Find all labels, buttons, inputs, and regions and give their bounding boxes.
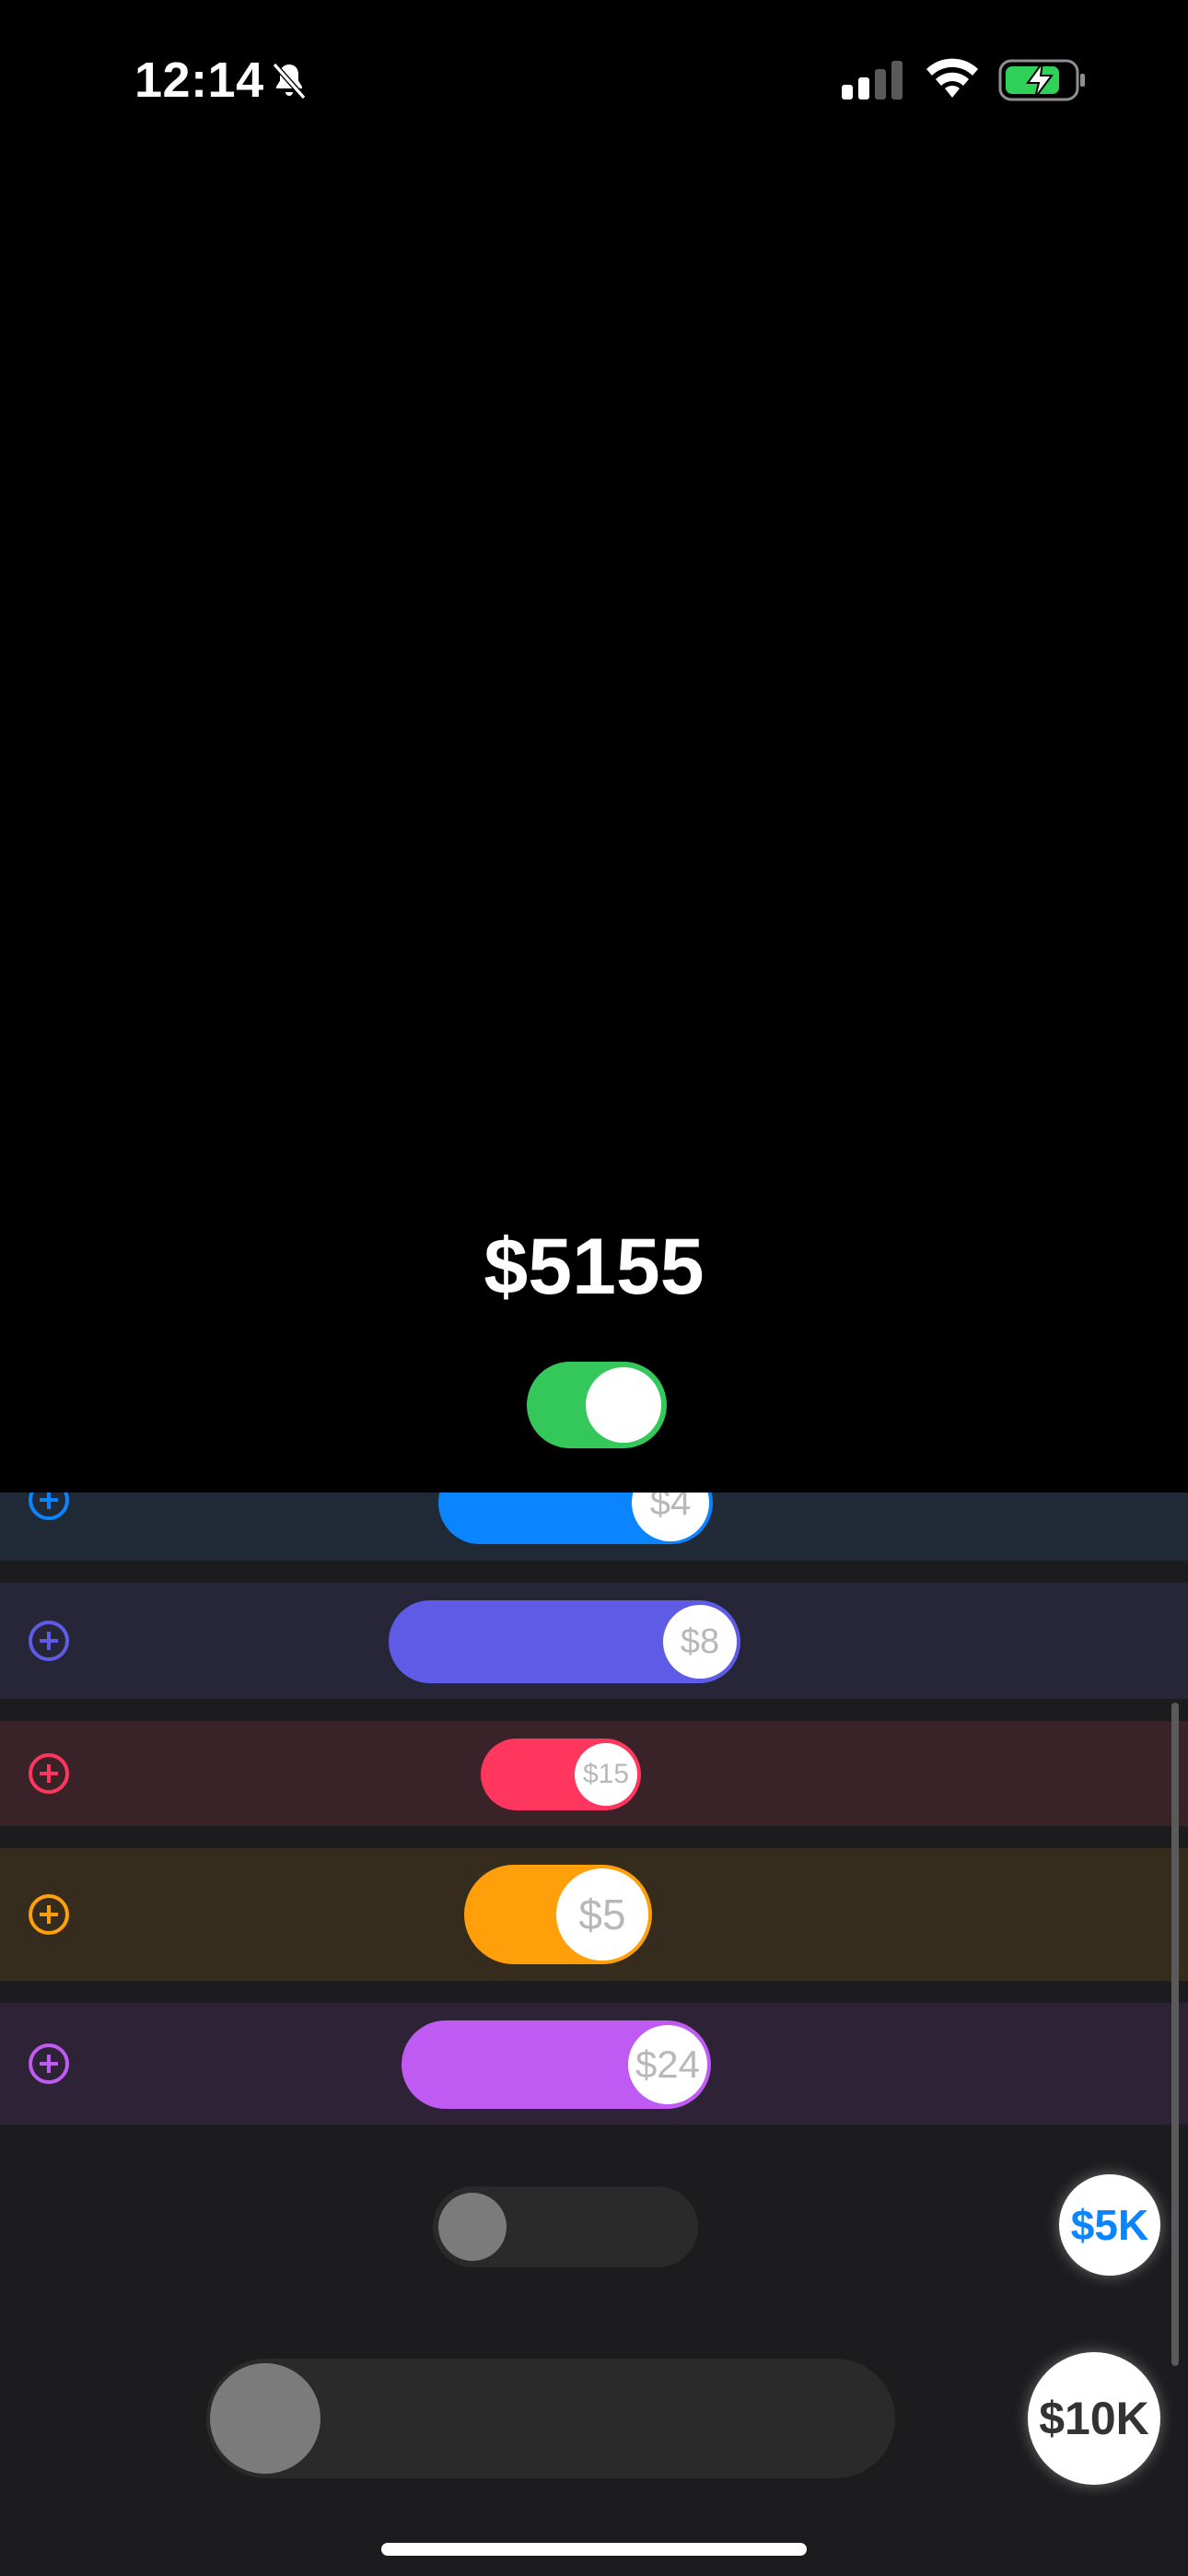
plus-circle-icon[interactable] bbox=[28, 1893, 70, 1936]
toggle-knob bbox=[586, 1367, 661, 1443]
scroll-indicator[interactable] bbox=[1171, 1703, 1179, 2366]
plus-circle-icon[interactable] bbox=[28, 2043, 70, 2085]
plus-circle-icon[interactable] bbox=[28, 1752, 70, 1795]
amount-knob: $15 bbox=[575, 1743, 637, 1806]
home-indicator[interactable] bbox=[381, 2543, 807, 2556]
amount-pill[interactable]: $8 bbox=[389, 1600, 740, 1683]
status-time: 12:14 bbox=[134, 53, 264, 108]
large-slider-track[interactable] bbox=[206, 2359, 895, 2478]
bell-slash-icon bbox=[272, 63, 307, 100]
small-slider-track[interactable] bbox=[433, 2186, 698, 2267]
amount-pill[interactable]: $5 bbox=[464, 1865, 652, 1964]
cellular-signal-icon bbox=[842, 61, 903, 100]
large-slider-knob[interactable] bbox=[210, 2363, 320, 2474]
wifi-icon bbox=[926, 58, 978, 98]
plus-circle-icon[interactable] bbox=[28, 1620, 70, 1662]
main-toggle-front[interactable] bbox=[527, 1362, 667, 1448]
battery-charging-icon bbox=[998, 59, 1085, 101]
total-amount: $5155 bbox=[483, 1223, 705, 1311]
amount-knob: $8 bbox=[663, 1605, 737, 1679]
amount-knob: $5 bbox=[556, 1868, 648, 1961]
small-slider-knob[interactable] bbox=[438, 2193, 507, 2261]
cap-10k-button[interactable]: $10K bbox=[1028, 2352, 1160, 2485]
amount-knob: $24 bbox=[628, 2025, 707, 2104]
amount-pill[interactable]: $24 bbox=[402, 2020, 711, 2109]
cap-5k-button[interactable]: $5K bbox=[1059, 2174, 1160, 2276]
amount-pill[interactable]: $15 bbox=[481, 1739, 641, 1810]
